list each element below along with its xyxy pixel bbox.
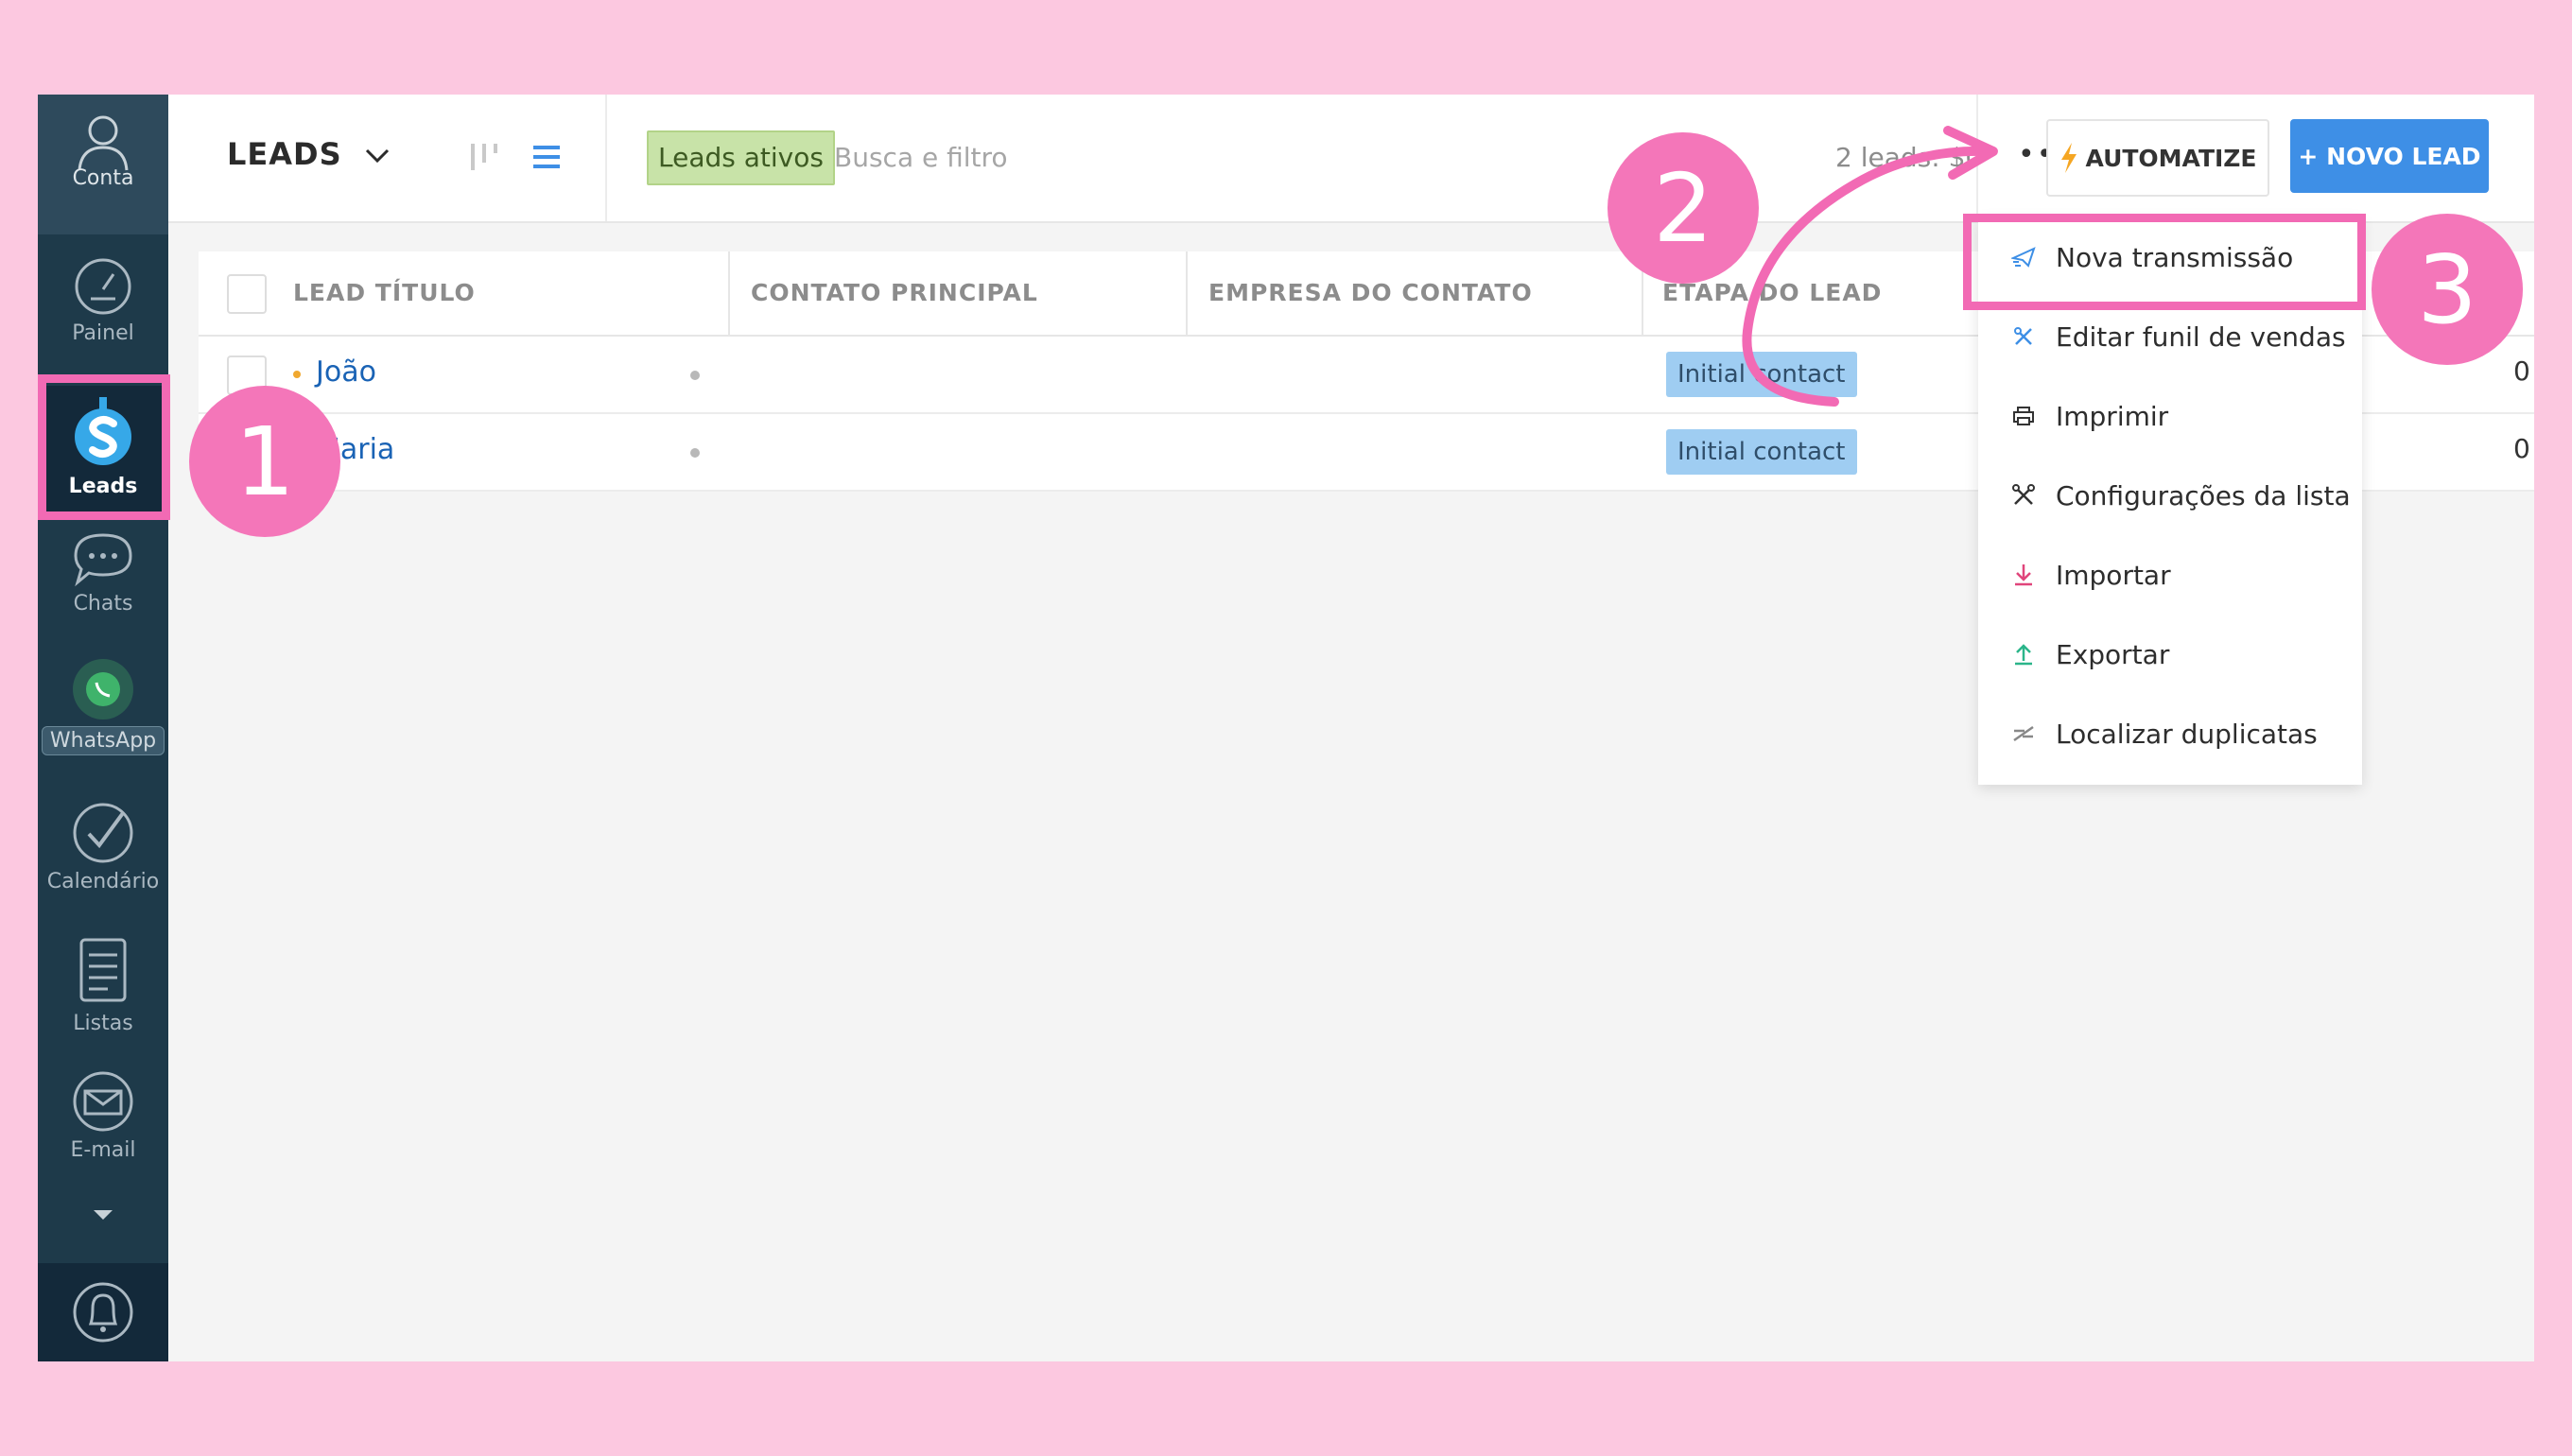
sidebar-item-chats[interactable]: Chats — [38, 529, 168, 615]
download-icon — [2008, 563, 2039, 587]
lead-value: 0 — [2513, 355, 2530, 387]
sidebar-item-painel[interactable]: Painel — [38, 255, 168, 345]
whatsapp-icon — [73, 659, 133, 719]
sidebar-item-whatsapp[interactable]: WhatsApp — [38, 656, 168, 755]
sidebar: Conta Painel Leads Chats WhatsApp Calend… — [38, 95, 168, 1361]
menu-item-localizar-duplicatas[interactable]: Localizar duplicatas — [1978, 694, 2362, 773]
sidebar-item-conta[interactable]: Conta — [38, 108, 168, 190]
step-badge-1: 1 — [189, 386, 340, 537]
search-input[interactable]: Busca e filtro — [834, 142, 1008, 173]
menu-item-label: Configurações da lista — [2056, 479, 2351, 511]
sidebar-more-button[interactable] — [38, 1206, 168, 1223]
sidebar-item-calendario[interactable]: Calendário — [38, 800, 168, 893]
select-all-checkbox[interactable] — [227, 274, 267, 314]
mail-icon — [73, 1071, 133, 1132]
sidebar-item-label: WhatsApp — [41, 726, 165, 755]
menu-item-label: Importar — [2056, 559, 2171, 591]
top-bar: LEADS Leads ativos Busca e filtro 2 lead… — [168, 95, 2534, 223]
new-lead-button[interactable]: + NOVO LEAD — [2290, 119, 2489, 193]
upload-icon — [2008, 642, 2039, 667]
column-header[interactable]: LEAD TÍTULO — [293, 251, 476, 335]
lightning-icon — [2061, 143, 2077, 173]
menu-item-importar[interactable]: Importar — [1978, 535, 2362, 615]
bell-icon — [73, 1282, 133, 1343]
highlight-nova-transmissao — [1963, 214, 2366, 310]
status-dot — [690, 448, 700, 458]
automate-label: AUTOMATIZE — [2085, 144, 2257, 172]
list-view-icon[interactable] — [530, 140, 564, 174]
status-dot — [293, 371, 301, 378]
lead-value: 0 — [2513, 433, 2530, 464]
chevron-down-icon — [365, 148, 389, 164]
column-header[interactable]: CONTATO PRINCIPAL — [751, 251, 1038, 335]
notifications-button[interactable] — [38, 1263, 168, 1361]
sidebar-item-label: Chats — [73, 592, 133, 615]
sidebar-item-label: Painel — [72, 321, 134, 345]
lead-title-link[interactable]: João — [316, 355, 376, 389]
filter-tag[interactable]: Leads ativos — [647, 130, 835, 185]
wrench-icon — [2008, 483, 2039, 508]
chevron-down-icon — [94, 1210, 113, 1220]
chat-icon — [74, 533, 132, 587]
sidebar-item-label: Conta — [72, 166, 134, 190]
automate-button[interactable]: AUTOMATIZE — [2046, 119, 2269, 197]
menu-item-label: Localizar duplicatas — [2056, 718, 2318, 750]
tools-icon — [2008, 325, 2039, 348]
menu-item-exportar[interactable]: Exportar — [1978, 615, 2362, 694]
column-header[interactable]: EMPRESA DO CONTATO — [1208, 251, 1533, 335]
sidebar-item-label: E-mail — [70, 1138, 136, 1162]
menu-item-configuracoes-lista[interactable]: Configurações da lista — [1978, 456, 2362, 535]
step-badge-3: 3 — [2372, 214, 2523, 365]
highlight-leads — [38, 374, 170, 520]
menu-item-label: Imprimir — [2056, 400, 2169, 432]
sidebar-item-email[interactable]: E-mail — [38, 1068, 168, 1162]
user-icon — [78, 115, 129, 171]
kanban-view-icon[interactable] — [467, 140, 501, 174]
sidebar-item-label: Listas — [73, 1012, 133, 1035]
pipeline-selector[interactable]: LEADS — [227, 136, 391, 172]
stage-badge: Initial contact — [1666, 429, 1857, 475]
speedometer-icon — [75, 258, 131, 315]
menu-item-label: Editar funil de vendas — [2056, 321, 2346, 353]
sidebar-item-listas[interactable]: Listas — [38, 932, 168, 1035]
status-dot — [690, 371, 700, 380]
sidebar-item-label: Calendário — [46, 870, 160, 893]
printer-icon — [2008, 405, 2039, 427]
list-icon — [79, 938, 127, 1002]
page-title: LEADS — [227, 136, 342, 172]
curved-arrow — [1742, 126, 1998, 407]
menu-item-imprimir[interactable]: Imprimir — [1978, 376, 2362, 456]
menu-item-label: Exportar — [2056, 638, 2170, 670]
merge-icon — [2008, 723, 2039, 744]
divider — [605, 95, 607, 221]
check-circle-icon — [73, 803, 133, 863]
